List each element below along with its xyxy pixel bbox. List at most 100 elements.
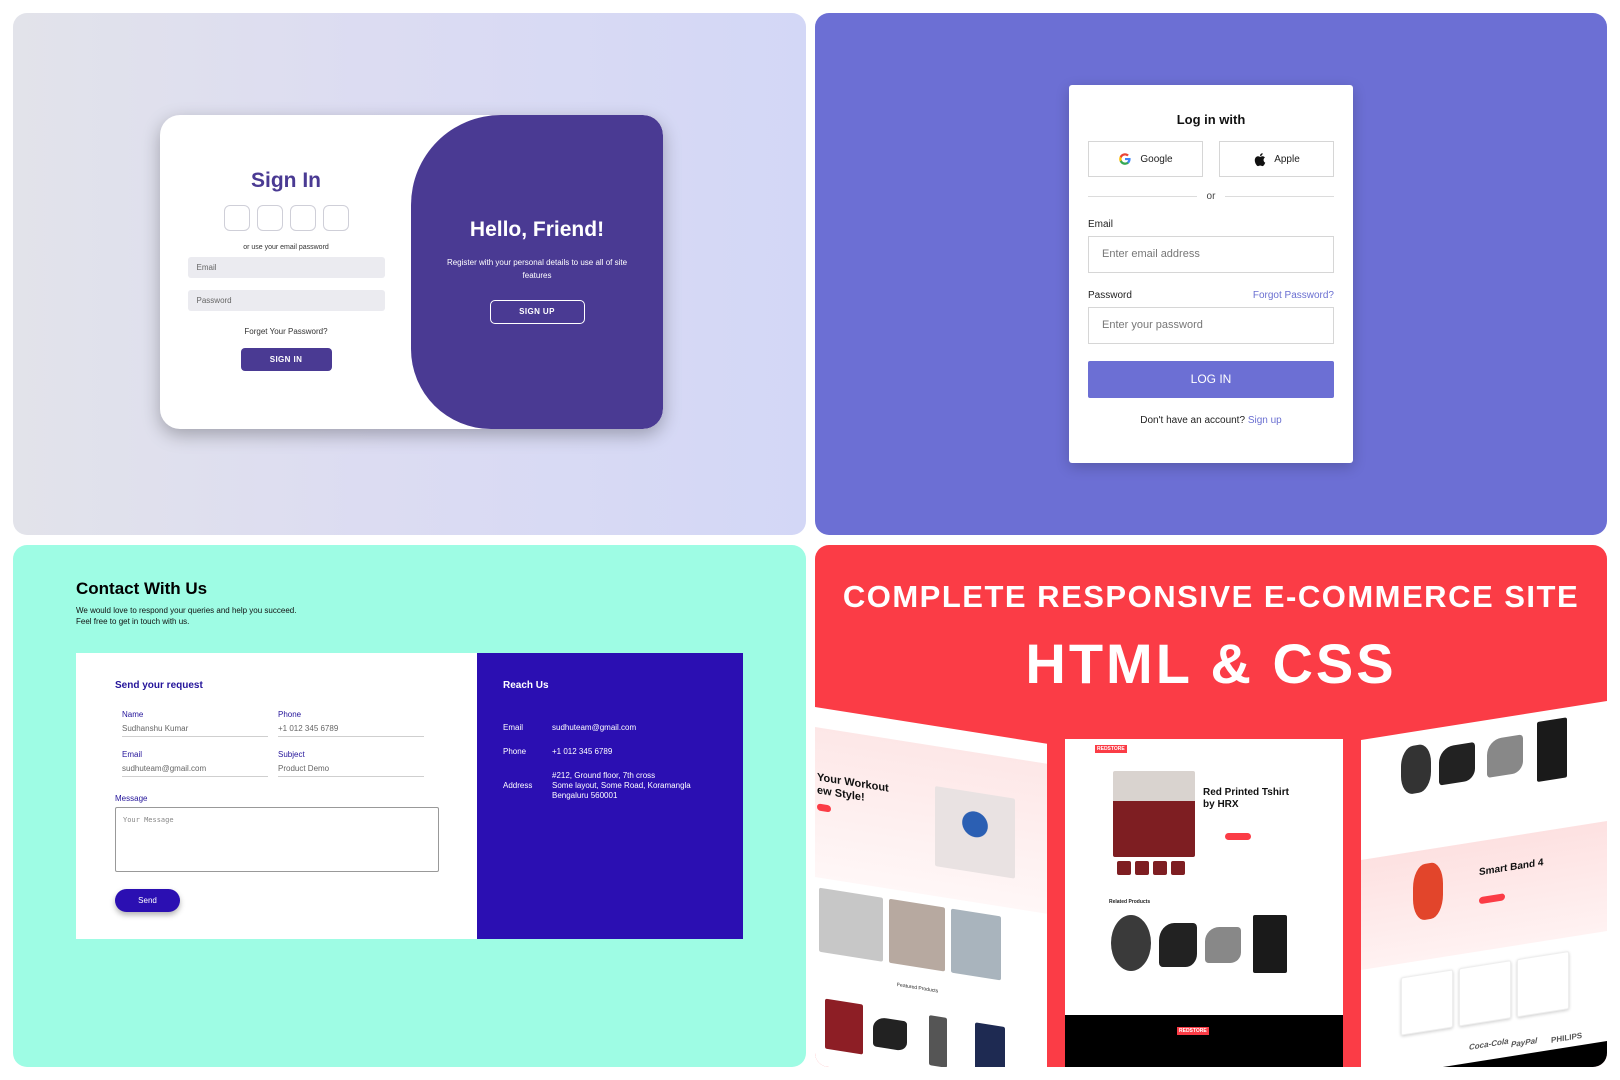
forgot-password-link[interactable]: Forgot Password?	[1253, 290, 1334, 301]
brand-logo-philips: PHILIPS	[1551, 1030, 1583, 1045]
reach-address-key: Address	[503, 781, 533, 790]
testimonial-card-2	[1459, 960, 1511, 1027]
contact-panel: Contact With Us We would love to respond…	[13, 545, 806, 1067]
subject-input[interactable]: Product Demo	[278, 764, 424, 777]
product-thumb-4	[975, 1022, 1005, 1067]
shoe-thumb-1	[1439, 741, 1475, 786]
mockup-product-image	[1113, 771, 1195, 857]
or-divider: or	[1088, 191, 1334, 202]
shoe-thumb-2	[1487, 734, 1523, 779]
social-icon-2[interactable]	[256, 205, 283, 231]
related-thumb-1	[1111, 915, 1151, 971]
address-line2: Some layout, Some Road, Koramangla	[552, 781, 691, 790]
reach-address-row: Address #212, Ground floor, 7th cross So…	[503, 771, 732, 801]
mockup-landing-page: Smart Band 4 Coca-Cola PayPal PHILIPS	[1361, 701, 1607, 1067]
email-input[interactable]: Email	[187, 257, 385, 278]
related-thumb-3	[1205, 927, 1241, 963]
name-input[interactable]: Sudhanshu Kumar	[122, 724, 268, 737]
reach-title: Reach Us	[503, 680, 549, 691]
social-icon-1[interactable]	[223, 205, 250, 231]
reach-phone-row: Phone +1 012 345 6789	[503, 747, 732, 757]
reach-email-key: Email	[503, 723, 524, 732]
email-label: Email	[122, 750, 143, 759]
reach-address-value: #212, Ground floor, 7th cross Some layou…	[552, 771, 732, 801]
reach-phone-value[interactable]: +1 012 345 6789	[552, 747, 732, 757]
login-title: Log in with	[1176, 112, 1246, 127]
reach-email-value[interactable]: sudhuteam@gmail.com	[552, 723, 732, 733]
contact-subtitle: We would love to respond your queries an…	[76, 605, 376, 627]
mockup-small-thumb-1	[1117, 861, 1131, 875]
smart-band-image	[1413, 860, 1443, 922]
mockup-product-title: Red Printed Tshirt by HRX	[1203, 787, 1289, 811]
name-label: Name	[122, 710, 144, 719]
google-icon	[1119, 153, 1131, 165]
social-icon-3[interactable]	[289, 205, 316, 231]
ecommerce-subheadline: HTML & CSS	[1025, 632, 1397, 695]
category-thumb-3	[951, 908, 1001, 981]
mockup-small-thumb-3	[1153, 861, 1167, 875]
hello-overlay: Hello, Friend! Register with your person…	[411, 115, 663, 429]
mockup-small-thumb-4	[1171, 861, 1185, 875]
subject-field[interactable]: Subject Product Demo	[278, 750, 424, 777]
email-field[interactable]: Enter email address	[1088, 236, 1334, 273]
reach-us-box: Reach Us Email sudhuteam@gmail.com Phone…	[477, 653, 743, 939]
login-card: Log in with Google Apple or Email Enter …	[1069, 85, 1353, 463]
product-line1: Red Printed Tshirt	[1203, 787, 1289, 798]
phone-input[interactable]: +1 012 345 6789	[278, 724, 424, 737]
overlay-text: Register with your personal details to u…	[446, 258, 628, 280]
request-form: Send your request Name Sudhanshu Kumar P…	[76, 653, 477, 939]
email-label: Email	[1088, 219, 1114, 230]
product-thumb-2	[873, 1016, 907, 1052]
name-field[interactable]: Name Sudhanshu Kumar	[122, 710, 268, 737]
subject-label: Subject	[278, 750, 305, 759]
mockup-footer: REDSTORE	[1065, 1015, 1343, 1067]
testimonial-card-1	[1401, 969, 1453, 1036]
pants-thumb	[1537, 717, 1567, 783]
signup-link[interactable]: Sign up	[1248, 415, 1282, 426]
no-account-text: Don't have an account?	[1140, 415, 1246, 426]
mockup-logo: REDSTORE	[1095, 745, 1127, 753]
ecommerce-panel: COMPLETE RESPONSIVE E-COMMERCE SITE HTML…	[815, 545, 1607, 1067]
signup-row: Don't have an account? Sign up	[1088, 415, 1334, 426]
category-thumb-1	[819, 887, 883, 962]
email-field[interactable]: Email sudhuteam@gmail.com	[122, 750, 268, 777]
featured-products-label: Featured Products	[897, 981, 939, 995]
apple-button[interactable]: Apple	[1219, 141, 1334, 177]
signin-button[interactable]: SIGN IN	[240, 348, 332, 371]
social-icon-4[interactable]	[322, 205, 349, 231]
forgot-password-link[interactable]: Forget Your Password?	[160, 327, 412, 336]
signin-title: Sign In	[251, 169, 321, 192]
email-input[interactable]: sudhuteam@gmail.com	[122, 764, 268, 777]
testimonial-card-3	[1517, 951, 1569, 1018]
google-label: Google	[1140, 153, 1173, 165]
login-button[interactable]: LOG IN	[1088, 361, 1334, 398]
login-panel: Log in with Google Apple or Email Enter …	[815, 13, 1607, 535]
footer-logo: REDSTORE	[1177, 1027, 1209, 1035]
google-button[interactable]: Google	[1088, 141, 1203, 177]
product-thumb-1	[825, 998, 863, 1055]
related-thumb-4	[1253, 915, 1287, 973]
overlay-title: Hello, Friend!	[469, 218, 605, 241]
related-thumb-2	[1159, 923, 1197, 967]
product-line2: by HRX	[1203, 799, 1239, 810]
email-label-row: Email	[1088, 219, 1334, 230]
brand-logo-cocacola: Coca-Cola	[1469, 1036, 1509, 1052]
mockup-add-to-cart	[1225, 833, 1251, 840]
signup-button[interactable]: SIGN UP	[489, 300, 585, 324]
related-products-label: Related Products	[1109, 899, 1151, 905]
password-field[interactable]: Enter your password	[1088, 307, 1334, 344]
contact-title: Contact With Us	[76, 579, 208, 598]
send-button[interactable]: Send	[115, 889, 180, 912]
phone-field[interactable]: Phone +1 012 345 6789	[278, 710, 424, 737]
reach-phone-key: Phone	[503, 747, 527, 756]
apple-label: Apple	[1274, 153, 1300, 165]
password-input[interactable]: Password	[187, 290, 385, 311]
sso-buttons: Google Apple	[1088, 141, 1334, 177]
mockup-home-page: Your Workout ew Style! Featured Products	[815, 707, 1047, 1067]
message-textarea[interactable]: Your Message	[115, 807, 439, 872]
alt-signin-text: or use your email password	[243, 244, 329, 251]
ecommerce-headline: COMPLETE RESPONSIVE E-COMMERCE SITE	[842, 579, 1580, 614]
contact-subtitle-line1: We would love to respond your queries an…	[76, 606, 297, 615]
brand-logo-paypal: PayPal	[1511, 1036, 1538, 1050]
address-line1: #212, Ground floor, 7th cross	[552, 771, 656, 780]
